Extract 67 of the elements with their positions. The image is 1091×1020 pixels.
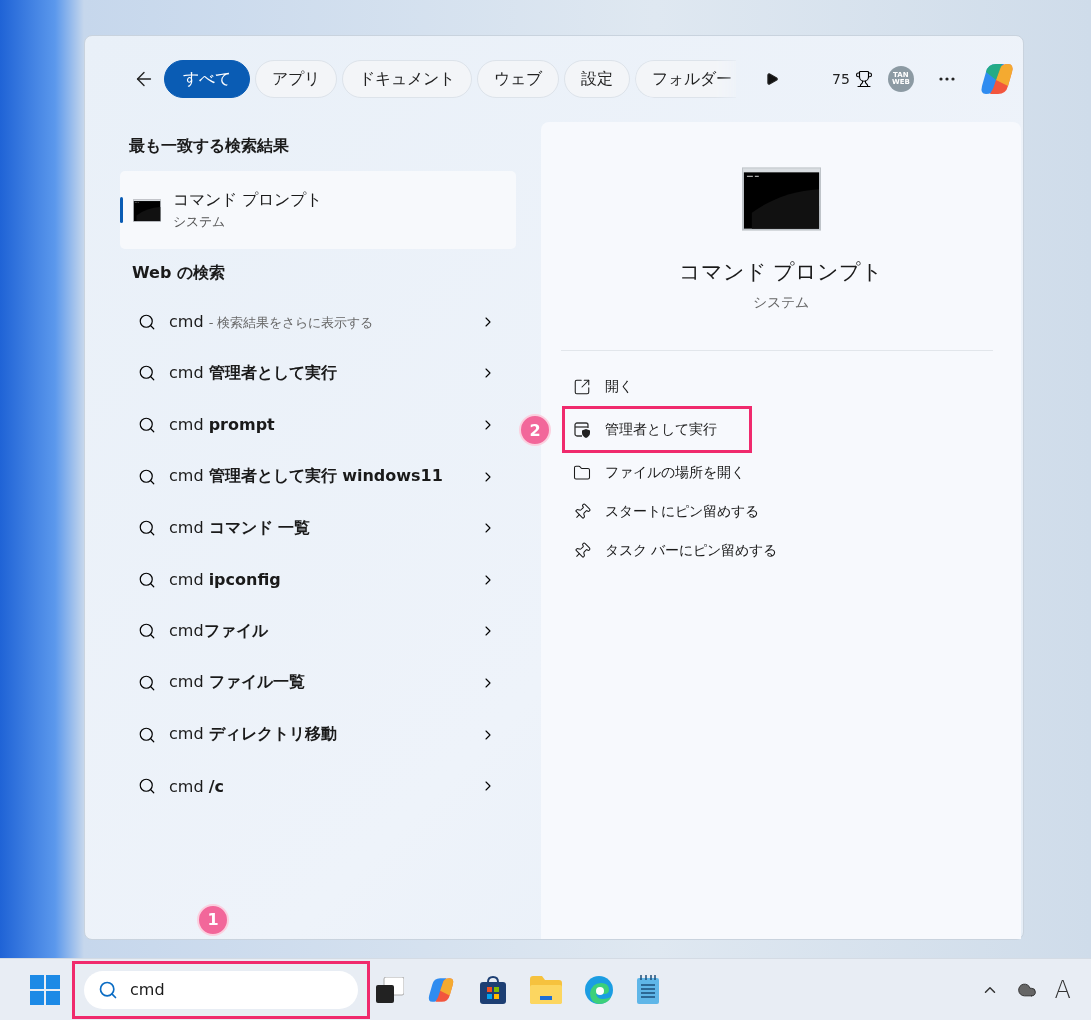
filter-chip[interactable]: アプリ bbox=[255, 60, 337, 98]
best-match-item[interactable]: コマンド プロンプト システム bbox=[120, 171, 516, 249]
search-suggestion: cmd prompt bbox=[169, 415, 276, 435]
action-item[interactable]: スタートにピン留めする bbox=[562, 492, 794, 531]
shield-window-icon bbox=[573, 420, 591, 439]
play-icon bbox=[765, 72, 779, 86]
points-count: 75 bbox=[832, 71, 850, 87]
app-subtitle: システム bbox=[753, 294, 809, 312]
search-icon bbox=[138, 622, 156, 641]
search-icon bbox=[138, 570, 156, 589]
result-title: コマンド プロンプト bbox=[173, 189, 323, 211]
action-item[interactable]: 管理者として実行 bbox=[562, 406, 752, 453]
action-item[interactable]: ファイルの場所を開く bbox=[562, 453, 780, 492]
web-search-item[interactable]: cmd 管理者として実行 windows11 bbox=[120, 450, 516, 503]
web-search-item[interactable]: cmd コマンド 一覧 bbox=[120, 502, 516, 554]
section-heading: Web の検索 bbox=[131, 262, 226, 284]
web-search-item[interactable]: cmd prompt bbox=[120, 399, 516, 451]
filter-chip[interactable]: ドキュメント bbox=[342, 60, 472, 98]
search-icon bbox=[138, 725, 156, 744]
more-icon bbox=[938, 77, 955, 81]
windows-logo-icon[interactable] bbox=[30, 974, 60, 1005]
search-icon bbox=[138, 777, 156, 796]
taskbar-search-field[interactable]: cmd bbox=[84, 970, 358, 1009]
action-item[interactable]: タスク バーにピン留めする bbox=[562, 531, 813, 570]
action-item[interactable]: 開く bbox=[562, 367, 668, 406]
search-suggestion: cmd - 検索結果をさらに表示する bbox=[169, 311, 375, 332]
web-search-item[interactable]: cmd /c bbox=[120, 760, 516, 812]
step-marker: 2 bbox=[519, 414, 551, 446]
search-suggestion: cmd ipconfig bbox=[169, 570, 282, 590]
search-suggestion: cmdファイル bbox=[169, 620, 269, 642]
search-suggestion: cmd /c bbox=[169, 776, 225, 796]
search-suggestion: cmd ファイル一覧 bbox=[169, 672, 306, 694]
folder-icon[interactable] bbox=[530, 975, 562, 1004]
filter-chip[interactable]: ウェブ bbox=[477, 60, 559, 98]
search-suggestion: cmd コマンド 一覧 bbox=[169, 517, 312, 539]
web-search-item[interactable]: cmd - 検索結果をさらに表示する bbox=[120, 296, 516, 348]
search-icon bbox=[138, 364, 156, 383]
search-icon bbox=[138, 312, 156, 331]
search-suggestion: cmd 管理者として実行 windows11 bbox=[169, 466, 444, 488]
store-bag-icon[interactable] bbox=[478, 974, 508, 1005]
search-suggestion: cmd 管理者として実行 bbox=[169, 362, 338, 384]
filter-chip[interactable]: フォルダー bbox=[635, 60, 736, 98]
folder-icon bbox=[573, 463, 591, 482]
terminal-icon bbox=[133, 198, 161, 222]
search-icon bbox=[138, 519, 156, 538]
section-heading: 最も一致する検索結果 bbox=[128, 135, 290, 157]
result-subtitle: システム bbox=[173, 212, 226, 231]
terminal-icon bbox=[741, 166, 821, 232]
web-search-item[interactable]: cmd ディレクトリ移動 bbox=[120, 708, 516, 761]
search-icon bbox=[138, 416, 156, 434]
search-suggestion: cmd ディレクトリ移動 bbox=[169, 724, 338, 746]
search-icon bbox=[138, 467, 156, 486]
web-search-item[interactable]: cmdファイル bbox=[120, 605, 516, 658]
task-view-icon[interactable] bbox=[376, 976, 404, 1003]
app-title: コマンド プロンプト bbox=[678, 259, 884, 286]
browser-wave-icon[interactable] bbox=[584, 974, 614, 1005]
filter-chip[interactable]: すべて bbox=[164, 60, 250, 98]
search-icon bbox=[138, 673, 156, 692]
web-search-item[interactable]: cmd ファイル一覧 bbox=[120, 657, 516, 709]
input-indicator[interactable]: A bbox=[1054, 975, 1071, 1004]
web-search-item[interactable]: cmd 管理者として実行 bbox=[120, 347, 516, 400]
trophy-icon[interactable] bbox=[854, 70, 873, 88]
open-external-icon bbox=[573, 377, 591, 396]
notepad-icon[interactable] bbox=[636, 974, 660, 1005]
filter-chip[interactable]: 設定 bbox=[564, 60, 630, 98]
search-icon bbox=[98, 979, 118, 1000]
web-search-item[interactable]: cmd ipconfig bbox=[120, 553, 516, 606]
